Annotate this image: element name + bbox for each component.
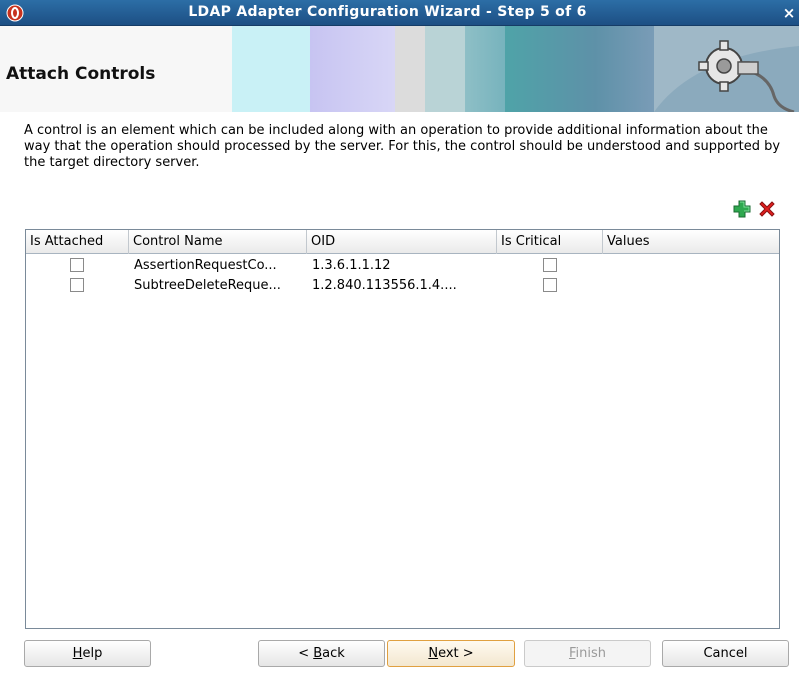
delete-control-button[interactable] <box>756 198 778 220</box>
close-button[interactable]: × <box>779 2 799 24</box>
finish-label-post: inish <box>575 646 607 661</box>
back-label-pre: < <box>298 646 314 661</box>
column-header-values[interactable]: Values <box>603 230 781 254</box>
is-attached-checkbox[interactable] <box>70 278 84 292</box>
table-row[interactable]: AssertionRequestCo... 1.3.6.1.1.12 <box>26 256 779 276</box>
back-button[interactable]: < Back <box>258 640 385 667</box>
control-name-cell: SubtreeDeleteReque... <box>134 278 281 293</box>
is-critical-checkbox[interactable] <box>543 278 557 292</box>
delete-x-icon <box>759 201 775 217</box>
column-header-is-critical[interactable]: Is Critical <box>497 230 603 254</box>
table-row[interactable]: SubtreeDeleteReque... 1.2.840.113556.1.4… <box>26 276 779 296</box>
control-name-cell: AssertionRequestCo... <box>134 258 277 273</box>
help-mnemonic: H <box>72 646 83 661</box>
page-title: Attach Controls <box>6 64 156 84</box>
banner-strip <box>395 26 425 112</box>
banner-strip <box>425 26 465 112</box>
oid-cell: 1.3.6.1.1.12 <box>312 258 391 273</box>
next-button[interactable]: Next > <box>387 640 515 667</box>
column-header-control-name[interactable]: Control Name <box>129 230 307 254</box>
controls-table[interactable]: Is Attached Control Name OID Is Critical… <box>25 229 780 629</box>
banner-strip <box>505 26 655 112</box>
description-text: A control is an element which can be inc… <box>24 123 781 170</box>
banner-strip <box>232 26 310 112</box>
cancel-label: Cancel <box>703 646 748 661</box>
column-header-oid[interactable]: OID <box>307 230 497 254</box>
next-mnemonic: N <box>428 646 439 661</box>
oid-cell: 1.2.840.113556.1.4.... <box>312 278 457 293</box>
help-label-post: elp <box>82 646 103 661</box>
table-header: Is Attached Control Name OID Is Critical… <box>26 230 779 254</box>
cancel-button[interactable]: Cancel <box>662 640 789 667</box>
gear-plug-icon <box>654 26 799 112</box>
add-control-button[interactable] <box>731 198 753 220</box>
wizard-banner: Attach Controls <box>0 26 799 112</box>
back-mnemonic: B <box>313 646 323 661</box>
back-label-post: ack <box>322 646 345 661</box>
plus-icon <box>733 200 751 218</box>
title-bar: LDAP Adapter Configuration Wizard - Step… <box>0 0 799 26</box>
column-header-is-attached[interactable]: Is Attached <box>26 230 129 254</box>
close-icon: × <box>782 4 796 22</box>
next-label-post: ext > <box>438 646 474 661</box>
finish-button[interactable]: Finish <box>524 640 651 667</box>
is-attached-checkbox[interactable] <box>70 258 84 272</box>
is-critical-checkbox[interactable] <box>543 258 557 272</box>
help-button[interactable]: Help <box>24 640 151 667</box>
banner-strip <box>310 26 395 112</box>
window-title: LDAP Adapter Configuration Wizard - Step… <box>188 4 587 20</box>
banner-strip <box>465 26 505 112</box>
